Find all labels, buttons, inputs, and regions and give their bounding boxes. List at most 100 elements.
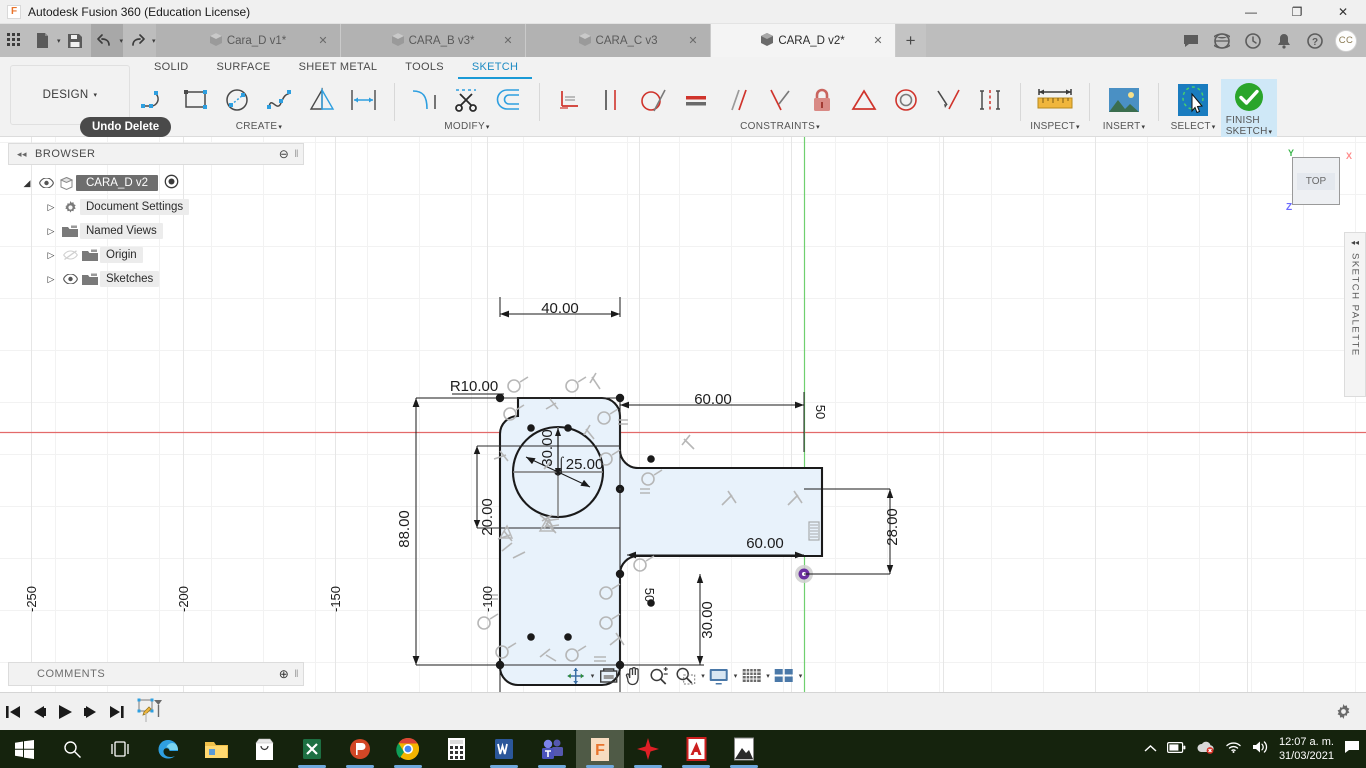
- timeline-settings-gear-icon[interactable]: [1330, 693, 1356, 731]
- dimension-icon[interactable]: [344, 80, 384, 120]
- orbit-caret[interactable]: ▾: [591, 672, 595, 680]
- globe-icon[interactable]: [1206, 24, 1237, 57]
- browser-item-cara-d-v2[interactable]: ◢ CARA_D v2: [8, 171, 304, 195]
- sketch-palette-collapse-icon[interactable]: ◂◂: [1351, 238, 1359, 247]
- word-icon[interactable]: [480, 730, 528, 768]
- fillet-icon[interactable]: [405, 80, 445, 120]
- redo-group[interactable]: ▾: [123, 24, 156, 57]
- taskbar-clock[interactable]: 12:07 a. m. 31/03/2021: [1279, 735, 1334, 763]
- chrome-icon[interactable]: [384, 730, 432, 768]
- excel-icon[interactable]: [288, 730, 336, 768]
- expand-triangle-icon[interactable]: ▷: [42, 226, 60, 237]
- browser-item-named-views[interactable]: ▷ Named Views: [8, 219, 304, 243]
- powerpoint-icon[interactable]: [336, 730, 384, 768]
- browser-grip-icon[interactable]: ‖: [294, 149, 299, 160]
- inspect-button[interactable]: INSPECT▾: [1027, 79, 1083, 137]
- visibility-eye-icon[interactable]: [60, 274, 80, 284]
- viewports-caret[interactable]: ▾: [799, 672, 803, 680]
- equal-icon[interactable]: [676, 80, 716, 120]
- browser-collapse-icon[interactable]: ◂◂: [17, 149, 27, 160]
- expand-triangle-icon[interactable]: ◢: [18, 178, 36, 189]
- search-icon[interactable]: [48, 730, 96, 768]
- document-tab-3[interactable]: CARA_D v2* ✕: [710, 24, 896, 57]
- ribbon-tab-surface[interactable]: SURFACE: [203, 57, 285, 79]
- mirror-icon[interactable]: [302, 80, 342, 120]
- step-forward-icon[interactable]: [78, 693, 104, 731]
- file-explorer-icon[interactable]: [192, 730, 240, 768]
- expand-triangle-icon[interactable]: ▷: [42, 202, 60, 213]
- photos-icon[interactable]: [720, 730, 768, 768]
- offset-icon[interactable]: [489, 80, 529, 120]
- visibility-eye-icon[interactable]: [36, 178, 56, 188]
- view-cube[interactable]: Y X Z TOP: [1286, 148, 1352, 213]
- browser-minimize-icon[interactable]: ⊖: [279, 147, 290, 161]
- display-settings-caret[interactable]: ▾: [734, 672, 738, 680]
- browser-item-origin[interactable]: ▷ Origin: [8, 243, 304, 267]
- trim-scissors-icon[interactable]: [447, 80, 487, 120]
- zoom-icon[interactable]: [646, 665, 670, 687]
- view-cube-face[interactable]: TOP: [1292, 157, 1340, 205]
- fusion360-icon[interactable]: F: [576, 730, 624, 768]
- document-tab-close-icon[interactable]: ✕: [688, 34, 697, 47]
- rectangle-icon[interactable]: [176, 80, 216, 120]
- zoom-window-icon[interactable]: [672, 665, 698, 687]
- symmetry-icon[interactable]: [970, 80, 1010, 120]
- pan-look-at-icon[interactable]: [596, 665, 620, 687]
- comments-grip-icon[interactable]: ‖: [294, 669, 299, 680]
- step-back-icon[interactable]: [26, 693, 52, 731]
- parallel-icon[interactable]: [718, 80, 758, 120]
- finish-sketch-button[interactable]: FINISH SKETCH▾: [1221, 79, 1277, 137]
- volume-icon[interactable]: [1252, 740, 1269, 759]
- task-view-icon[interactable]: [96, 730, 144, 768]
- autodesk-icon[interactable]: [624, 730, 672, 768]
- undo-group[interactable]: ▾: [90, 24, 124, 57]
- browser-item-sketches[interactable]: ▷ Sketches: [8, 267, 304, 291]
- sketch-palette-panel[interactable]: ◂◂ SKETCH PALETTE: [1344, 232, 1366, 397]
- close-button[interactable]: ✕: [1320, 0, 1366, 24]
- expand-triangle-icon[interactable]: ▷: [42, 274, 60, 285]
- display-settings-icon[interactable]: [707, 665, 731, 687]
- viewports-icon[interactable]: [772, 665, 796, 687]
- horizontal-vertical-icon[interactable]: [550, 80, 590, 120]
- browser-item-document-settings[interactable]: ▷ Document Settings: [8, 195, 304, 219]
- apps-grid-icon[interactable]: [0, 24, 28, 57]
- ribbon-tab-sketch[interactable]: SKETCH: [457, 57, 533, 79]
- chevron-up-icon[interactable]: [1144, 740, 1157, 758]
- tangent-icon[interactable]: [634, 80, 674, 120]
- skip-to-end-icon[interactable]: [104, 693, 130, 731]
- teams-icon[interactable]: [528, 730, 576, 768]
- visibility-eye-hidden-icon[interactable]: [60, 249, 80, 261]
- sketch-feature-icon[interactable]: [130, 693, 170, 731]
- select-button[interactable]: SELECT▾: [1165, 79, 1221, 137]
- document-tab-close-icon[interactable]: ✕: [503, 34, 512, 47]
- start-windows-icon[interactable]: [0, 730, 48, 768]
- spline-icon[interactable]: [260, 80, 300, 120]
- new-document-group[interactable]: ▾: [28, 24, 61, 57]
- coincident-icon[interactable]: [592, 80, 632, 120]
- clock-icon[interactable]: [1237, 24, 1268, 57]
- maximize-button[interactable]: ❐: [1274, 0, 1320, 24]
- avatar[interactable]: CC: [1335, 29, 1357, 52]
- calculator-icon[interactable]: [432, 730, 480, 768]
- comments-panel[interactable]: COMMENTS ⊕ ‖: [8, 662, 304, 686]
- arc-icon[interactable]: [134, 80, 174, 120]
- new-document-icon[interactable]: [28, 24, 56, 57]
- midpoint-icon[interactable]: [844, 80, 884, 120]
- document-tab-close-icon[interactable]: ✕: [873, 34, 882, 47]
- workspace-switcher[interactable]: DESIGN ▾: [10, 65, 130, 125]
- collinear-icon[interactable]: [928, 80, 968, 120]
- insert-button[interactable]: INSERT▾: [1096, 79, 1152, 137]
- ribbon-tab-sheet-metal[interactable]: SHEET METAL: [285, 57, 392, 79]
- expand-triangle-icon[interactable]: ▷: [42, 250, 60, 261]
- comment-icon[interactable]: [1175, 24, 1206, 57]
- microsoft-store-icon[interactable]: [240, 730, 288, 768]
- wifi-icon[interactable]: [1225, 740, 1242, 758]
- orbit-icon[interactable]: [564, 665, 588, 687]
- ellipse-icon[interactable]: [218, 80, 258, 120]
- help-icon[interactable]: ?: [1299, 24, 1330, 57]
- browser-header[interactable]: ◂◂ BROWSER ⊖ ‖: [8, 143, 304, 165]
- perpendicular-icon[interactable]: [760, 80, 800, 120]
- adobe-reader-icon[interactable]: [672, 730, 720, 768]
- edge-icon[interactable]: [144, 730, 192, 768]
- play-icon[interactable]: [52, 693, 78, 731]
